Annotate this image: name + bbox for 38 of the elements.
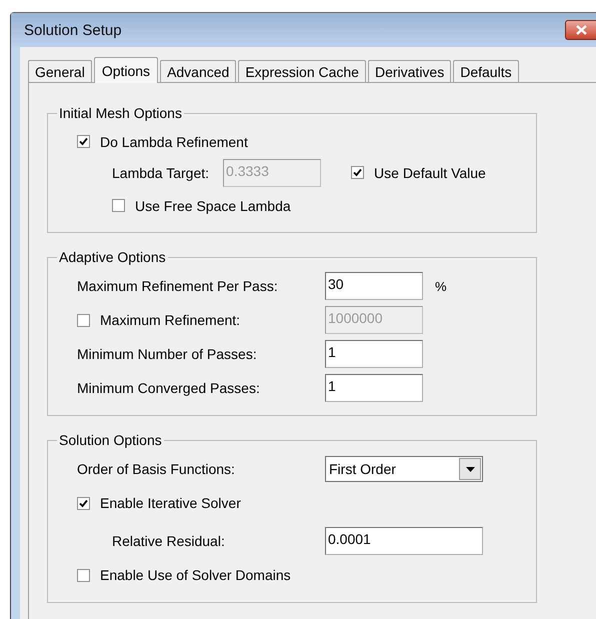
- checkbox-label: Enable Iterative Solver: [100, 495, 241, 511]
- input-field[interactable]: 30: [325, 272, 423, 300]
- field-label: Order of Basis Functions:: [77, 461, 236, 477]
- checkbox[interactable]: [77, 135, 90, 148]
- input-field[interactable]: 1: [325, 340, 423, 368]
- checkbox-label: Maximum Refinement:: [100, 312, 242, 328]
- field-label: Lambda Target:: [112, 164, 210, 180]
- tab[interactable]: Expression Cache: [238, 60, 366, 82]
- tab[interactable]: Derivatives: [368, 60, 452, 82]
- dropdown[interactable]: First Order: [325, 456, 483, 482]
- unit-label: %: [435, 278, 447, 294]
- close-icon: [576, 25, 586, 35]
- tab[interactable]: Options: [94, 57, 158, 83]
- tab[interactable]: General: [28, 60, 92, 82]
- tab[interactable]: Advanced: [160, 60, 236, 82]
- input-field[interactable]: 1: [325, 374, 423, 402]
- group-title: Adaptive Options: [58, 249, 167, 265]
- dropdown-arrow-icon: [466, 466, 474, 472]
- tab[interactable]: Defaults: [453, 60, 519, 82]
- group-title: Solution Options: [58, 432, 163, 448]
- input-field[interactable]: 0.0001: [325, 527, 483, 555]
- close-button[interactable]: [565, 20, 596, 40]
- checkmark-icon: [79, 137, 88, 146]
- field-label: Minimum Number of Passes:: [77, 346, 258, 362]
- checkmark-icon: [79, 498, 88, 508]
- field-label: Relative Residual:: [112, 533, 226, 549]
- checkbox[interactable]: [77, 568, 90, 582]
- checkbox-label: Enable Use of Solver Domains: [100, 567, 291, 583]
- field-label: Minimum Converged Passes:: [77, 380, 261, 396]
- checkbox[interactable]: [77, 496, 90, 510]
- checkbox-label: Do Lambda Refinement: [100, 134, 248, 150]
- group-title: Initial Mesh Options: [58, 105, 183, 121]
- checkbox-label: Use Free Space Lambda: [135, 198, 291, 214]
- checkbox-label: Use Default Value: [374, 164, 486, 180]
- field-label: Maximum Refinement Per Pass:: [77, 278, 279, 294]
- checkbox[interactable]: [112, 199, 125, 212]
- checkmark-icon: [353, 168, 362, 177]
- window-title: Solution Setup: [24, 22, 122, 38]
